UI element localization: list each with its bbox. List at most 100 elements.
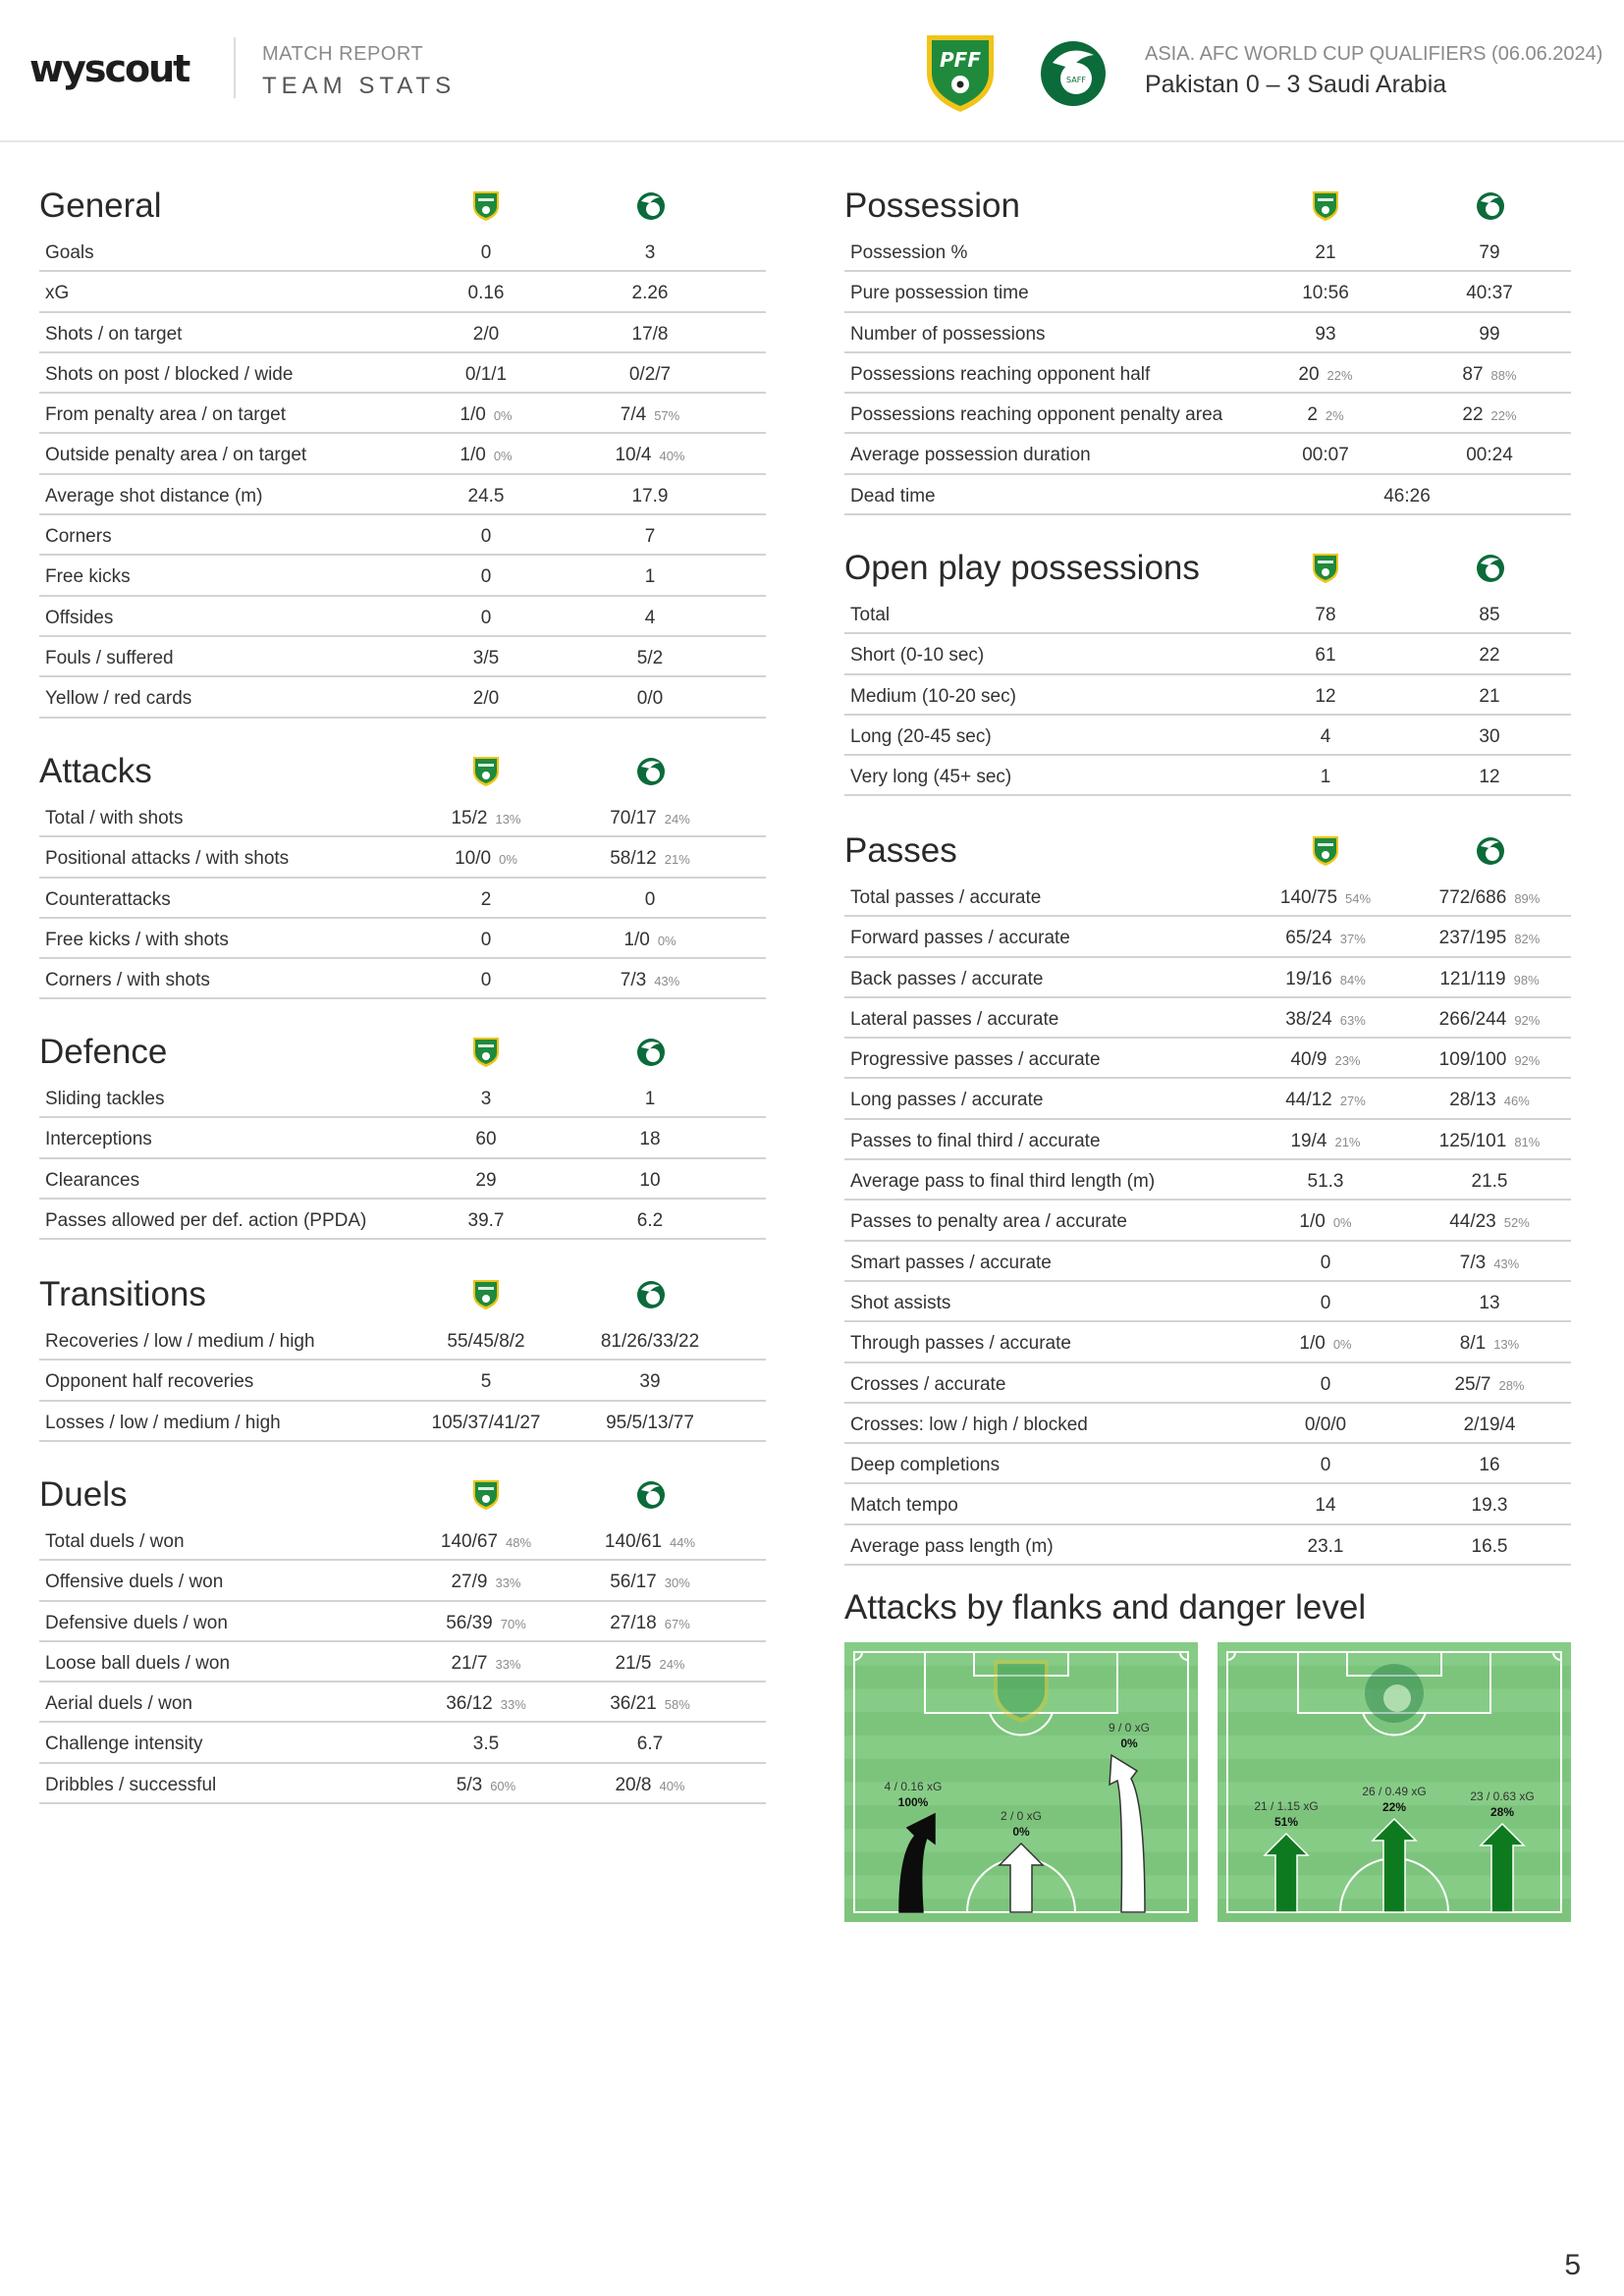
stat-label: Fouls / suffered [45, 647, 174, 668]
report-title: TEAM STATS [262, 73, 457, 99]
away-percent: 67% [664, 1616, 690, 1631]
stat-label: Smart passes / accurate [850, 1252, 1052, 1273]
stat-row: Offensive duels / won 27/9 33% 56/17 30% [39, 1561, 766, 1602]
home-percent: 13% [495, 812, 521, 827]
away-value-cell: 6.7 [576, 1734, 724, 1755]
home-percent: 33% [495, 1656, 521, 1672]
away-percent: 46% [1503, 1094, 1530, 1109]
section-title: Possession [844, 187, 1020, 225]
away-value: 2.26 [631, 283, 669, 304]
home-value: 00:07 [1302, 445, 1349, 466]
away-value-cell: 2/19/4 [1416, 1415, 1563, 1436]
stat-row: Losses / low / medium / high 105/37/41/27… [39, 1402, 766, 1442]
home-percent: 33% [500, 1697, 526, 1713]
home-value-cell: 2/0 [412, 324, 560, 346]
home-percent: 33% [495, 1575, 521, 1591]
away-value: 16.5 [1471, 1535, 1508, 1557]
away-value-cell: 1 [576, 566, 724, 588]
section-title: Defence [39, 1033, 168, 1071]
stat-label: Average pass length (m) [850, 1535, 1054, 1557]
away-value-cell: 7/4 57% [576, 404, 724, 426]
away-value: 121/119 [1439, 968, 1506, 989]
away-value-cell: 772/686 89% [1416, 887, 1563, 909]
home-value: 19/16 [1285, 968, 1332, 989]
home-value: 0 [1320, 1292, 1331, 1313]
stat-row: Yellow / red cards 2/0 0/0 [39, 677, 766, 719]
away-value-cell: 85 [1416, 605, 1563, 626]
stat-row: Back passes / accurate 19/16 84% 121/119 98% [844, 958, 1571, 998]
stat-row: Dribbles / successful 5/3 60% 20/8 40% [39, 1764, 766, 1805]
saudi-team-icon [1477, 555, 1504, 582]
section-title: General [39, 187, 162, 225]
stat-row: Dead time 46:26 [844, 475, 1571, 516]
stat-label: Shots / on target [45, 323, 183, 345]
section-attacks: Attacks Total / with shots 15/2 13% 70/17 24%… [39, 738, 766, 1000]
page-number: 5 [1564, 2249, 1581, 2281]
away-value: 18 [639, 1129, 661, 1150]
away-percent: 44% [670, 1535, 696, 1550]
home-value: 24.5 [467, 485, 505, 507]
away-value: 0/0 [636, 688, 664, 710]
saudi-team-icon [637, 1481, 665, 1509]
home-value: 14 [1315, 1495, 1336, 1517]
away-value: 20/8 [615, 1774, 652, 1795]
home-percent: 48% [506, 1535, 532, 1550]
away-value-cell: 1/0 0% [576, 930, 724, 951]
stat-row: Possession % 21 79 [844, 232, 1571, 273]
home-value: 10:56 [1302, 283, 1349, 304]
saudi-team-icon [1477, 837, 1504, 865]
stat-row: Clearances 29 10 [39, 1159, 766, 1200]
section-header: Open play possessions [844, 535, 1571, 594]
home-value-cell: 140/67 48% [412, 1531, 560, 1553]
stat-row: Shots on post / blocked / wide 0/1/1 0/2/7 [39, 353, 766, 395]
home-value: 21 [1315, 242, 1336, 263]
section-header: General [39, 173, 766, 232]
away-value: 70/17 [610, 808, 657, 828]
stat-label: Opponent half recoveries [45, 1371, 254, 1393]
stat-row: Through passes / accurate 1/0 0% 8/1 13% [844, 1322, 1571, 1363]
section-title: Attacks [39, 752, 152, 790]
section-header: Transitions [39, 1261, 766, 1320]
away-value-cell: 20/8 40% [576, 1775, 724, 1796]
away-percent: 92% [1514, 1012, 1541, 1028]
section-header: Passes [844, 818, 1571, 877]
stat-row: Crosses / accurate 0 25/7 28% [844, 1363, 1571, 1404]
away-value: 13 [1479, 1292, 1500, 1313]
away-value-cell: 39 [576, 1371, 724, 1393]
stat-label: Progressive passes / accurate [850, 1049, 1101, 1071]
stat-row: From penalty area / on target 1/0 0% 7/4 57% [39, 394, 766, 435]
saudi-team-icon [1477, 192, 1504, 220]
saudi-team-icon [637, 192, 665, 220]
away-percent: 89% [1514, 891, 1541, 906]
home-percent: 23% [1334, 1053, 1361, 1069]
away-value: 266/244 [1438, 1008, 1507, 1030]
stat-label: Sliding tackles [45, 1089, 165, 1109]
stat-label: Medium (10-20 sec) [850, 685, 1016, 707]
away-value-cell: 266/244 92% [1416, 1009, 1563, 1031]
home-value-cell: 21 [1252, 242, 1399, 264]
stat-row: Counterattacks 2 0 [39, 879, 766, 919]
away-value: 56/17 [610, 1572, 657, 1593]
flank-percent-left: 51% [1274, 1815, 1298, 1829]
stat-label: Offensive duels / won [45, 1572, 224, 1593]
away-value-cell: 4 [576, 608, 724, 629]
away-value-cell: 13 [1416, 1293, 1563, 1314]
pakistan-team-icon [473, 1280, 499, 1309]
section-header: Duels [39, 1462, 766, 1521]
stat-label: Shot assists [850, 1292, 951, 1313]
away-value: 237/195 [1438, 928, 1507, 949]
stat-label: Offsides [45, 607, 114, 628]
home-value-cell: 2/0 [412, 688, 560, 710]
away-value-cell: 21.5 [1416, 1171, 1563, 1193]
away-value-cell: 19.3 [1416, 1495, 1563, 1517]
away-value: 27/18 [610, 1612, 657, 1633]
away-percent: 21% [664, 852, 690, 868]
stat-row: Average pass to final third length (m) 51… [844, 1160, 1571, 1201]
stat-label: Goals [45, 242, 94, 263]
stat-label: Shots on post / blocked / wide [45, 363, 294, 385]
away-value: 58/12 [610, 848, 657, 870]
saudi-team-icon [637, 758, 665, 785]
stat-row: Average pass length (m) 23.1 16.5 [844, 1525, 1571, 1567]
away-value: 81/26/33/22 [600, 1331, 700, 1352]
stat-label: Counterattacks [45, 888, 171, 910]
